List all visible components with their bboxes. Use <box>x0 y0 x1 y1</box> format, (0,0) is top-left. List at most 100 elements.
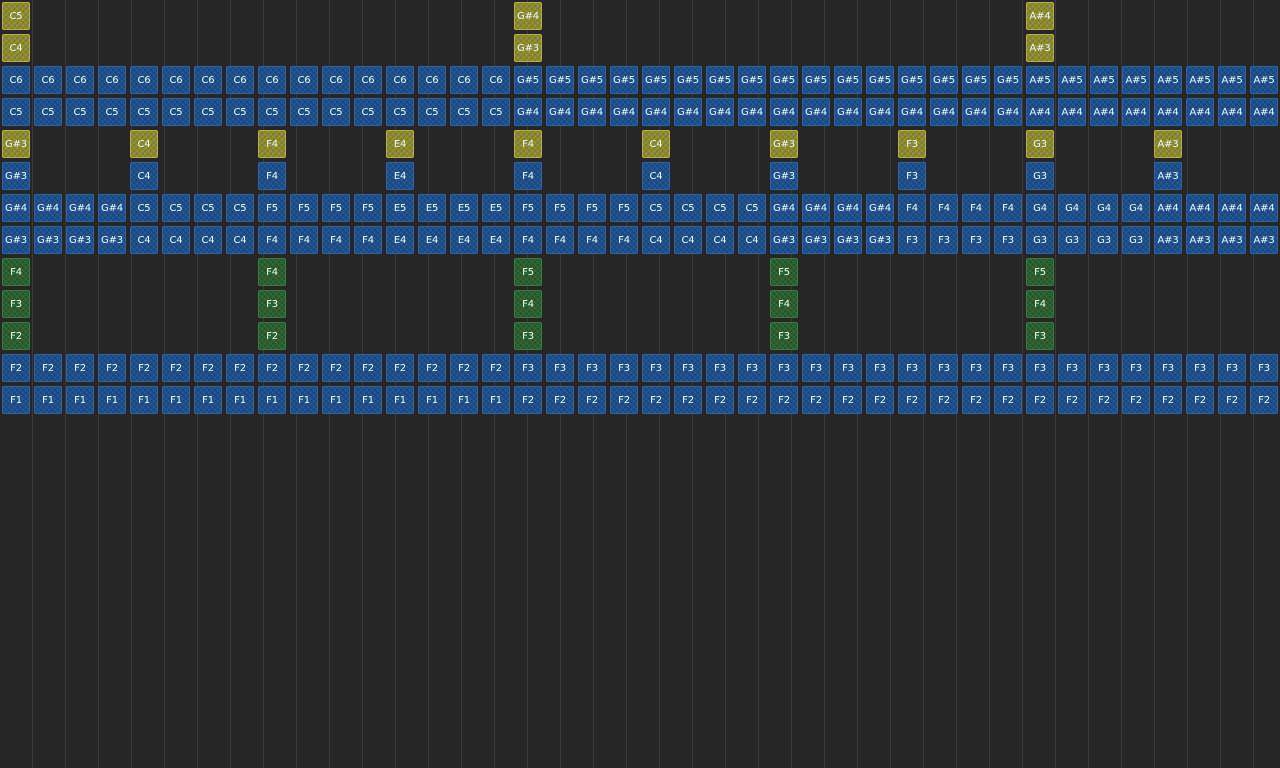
note-block-blue[interactable]: F1 <box>258 386 286 414</box>
note-block-blue[interactable]: F4 <box>514 226 542 254</box>
note-block-blue[interactable]: C5 <box>2 98 30 126</box>
note-block-blue[interactable]: G#5 <box>738 66 766 94</box>
note-block-blue[interactable]: C5 <box>450 98 478 126</box>
note-block-blue[interactable]: C5 <box>130 194 158 222</box>
note-block-blue[interactable]: A#4 <box>1122 98 1150 126</box>
note-block-blue[interactable]: C4 <box>706 226 734 254</box>
note-block-blue[interactable]: C6 <box>2 66 30 94</box>
note-block-blue[interactable]: A#4 <box>1058 98 1086 126</box>
note-block-blue[interactable]: G3 <box>1026 226 1054 254</box>
note-block-blue[interactable]: G#4 <box>610 98 638 126</box>
note-block-blue[interactable]: F2 <box>546 386 574 414</box>
note-block-blue[interactable]: C6 <box>354 66 382 94</box>
note-block-blue[interactable]: F2 <box>322 354 350 382</box>
note-block-blue[interactable]: G3 <box>1122 226 1150 254</box>
note-block-green[interactable]: F4 <box>514 290 542 318</box>
note-block-blue[interactable]: G#5 <box>546 66 574 94</box>
note-block-blue[interactable]: C5 <box>226 98 254 126</box>
note-block-blue[interactable]: F3 <box>962 354 990 382</box>
note-block-blue[interactable]: F5 <box>610 194 638 222</box>
note-block-blue[interactable]: C5 <box>482 98 510 126</box>
note-block-blue[interactable]: G3 <box>1026 162 1054 190</box>
note-block-blue[interactable]: F2 <box>930 386 958 414</box>
note-block-blue[interactable]: C5 <box>642 194 670 222</box>
note-block-yellow[interactable]: A#3 <box>1026 34 1054 62</box>
note-block-blue[interactable]: C5 <box>418 98 446 126</box>
note-block-blue[interactable]: F1 <box>162 386 190 414</box>
note-block-blue[interactable]: F3 <box>578 354 606 382</box>
note-block-blue[interactable]: E5 <box>386 194 414 222</box>
note-block-yellow[interactable]: C4 <box>130 130 158 158</box>
note-block-green[interactable]: F4 <box>2 258 30 286</box>
note-block-blue[interactable]: C5 <box>34 98 62 126</box>
note-block-blue[interactable]: C5 <box>386 98 414 126</box>
note-block-blue[interactable]: C4 <box>738 226 766 254</box>
note-block-yellow[interactable]: F3 <box>898 130 926 158</box>
note-block-blue[interactable]: C5 <box>130 98 158 126</box>
note-block-blue[interactable]: C6 <box>226 66 254 94</box>
note-block-blue[interactable]: G#3 <box>66 226 94 254</box>
note-block-blue[interactable]: F3 <box>1154 354 1182 382</box>
note-block-blue[interactable]: G#4 <box>834 98 862 126</box>
note-block-blue[interactable]: G#5 <box>994 66 1022 94</box>
note-block-blue[interactable]: A#5 <box>1122 66 1150 94</box>
note-block-blue[interactable]: C6 <box>98 66 126 94</box>
note-block-blue[interactable]: G#5 <box>706 66 734 94</box>
note-block-blue[interactable]: G#4 <box>2 194 30 222</box>
note-block-blue[interactable]: F2 <box>130 354 158 382</box>
note-block-yellow[interactable]: E4 <box>386 130 414 158</box>
note-block-blue[interactable]: C6 <box>450 66 478 94</box>
note-block-green[interactable]: F3 <box>258 290 286 318</box>
note-block-blue[interactable]: F2 <box>2 354 30 382</box>
note-block-blue[interactable]: A#5 <box>1250 66 1278 94</box>
note-block-blue[interactable]: F1 <box>354 386 382 414</box>
note-block-yellow[interactable]: F4 <box>258 130 286 158</box>
note-block-blue[interactable]: G#5 <box>642 66 670 94</box>
note-block-blue[interactable]: F3 <box>962 226 990 254</box>
note-block-blue[interactable]: G#4 <box>898 98 926 126</box>
note-block-blue[interactable]: F3 <box>1090 354 1118 382</box>
note-block-blue[interactable]: F2 <box>1122 386 1150 414</box>
note-block-yellow[interactable]: F4 <box>514 130 542 158</box>
note-grid[interactable]: C5 G#4 A#4 C4 G#3 A#3 C6 C6 C6 C6 C6 C6 C6 C6 C6 C6 C6 C6… <box>0 0 1280 768</box>
note-block-blue[interactable]: G#4 <box>66 194 94 222</box>
note-block-blue[interactable]: F4 <box>962 194 990 222</box>
note-block-blue[interactable]: A#4 <box>1154 98 1182 126</box>
note-block-blue[interactable]: F3 <box>994 226 1022 254</box>
note-block-blue[interactable]: C4 <box>162 226 190 254</box>
note-block-blue[interactable]: F2 <box>1186 386 1214 414</box>
note-block-blue[interactable]: F1 <box>130 386 158 414</box>
note-block-blue[interactable]: A#3 <box>1186 226 1214 254</box>
note-block-blue[interactable]: F1 <box>226 386 254 414</box>
note-block-blue[interactable]: G#3 <box>2 226 30 254</box>
note-block-blue[interactable]: C4 <box>642 226 670 254</box>
note-block-blue[interactable]: G#4 <box>802 194 830 222</box>
note-block-blue[interactable]: F2 <box>706 386 734 414</box>
note-block-blue[interactable]: F3 <box>994 354 1022 382</box>
note-block-blue[interactable]: G4 <box>1026 194 1054 222</box>
note-block-blue[interactable]: F2 <box>770 386 798 414</box>
note-block-yellow[interactable]: G#4 <box>514 2 542 30</box>
note-block-blue[interactable]: A#4 <box>1090 98 1118 126</box>
note-block-blue[interactable]: E4 <box>386 226 414 254</box>
note-block-blue[interactable]: F4 <box>514 162 542 190</box>
note-block-blue[interactable]: G#3 <box>834 226 862 254</box>
note-block-blue[interactable]: F3 <box>1250 354 1278 382</box>
note-block-blue[interactable]: A#3 <box>1154 226 1182 254</box>
note-block-blue[interactable]: F3 <box>642 354 670 382</box>
note-block-blue[interactable]: F3 <box>898 354 926 382</box>
note-block-blue[interactable]: C5 <box>226 194 254 222</box>
note-block-blue[interactable]: G#5 <box>610 66 638 94</box>
note-block-blue[interactable]: G#5 <box>514 66 542 94</box>
note-block-blue[interactable]: F2 <box>834 386 862 414</box>
note-block-blue[interactable]: C4 <box>130 162 158 190</box>
note-block-blue[interactable]: F2 <box>1058 386 1086 414</box>
note-block-blue[interactable]: F3 <box>1218 354 1246 382</box>
note-block-blue[interactable]: F2 <box>482 354 510 382</box>
note-block-green[interactable]: F2 <box>2 322 30 350</box>
note-block-blue[interactable]: F3 <box>674 354 702 382</box>
note-block-blue[interactable]: F1 <box>290 386 318 414</box>
note-block-blue[interactable]: F2 <box>386 354 414 382</box>
note-block-blue[interactable]: F4 <box>898 194 926 222</box>
note-block-blue[interactable]: C4 <box>226 226 254 254</box>
